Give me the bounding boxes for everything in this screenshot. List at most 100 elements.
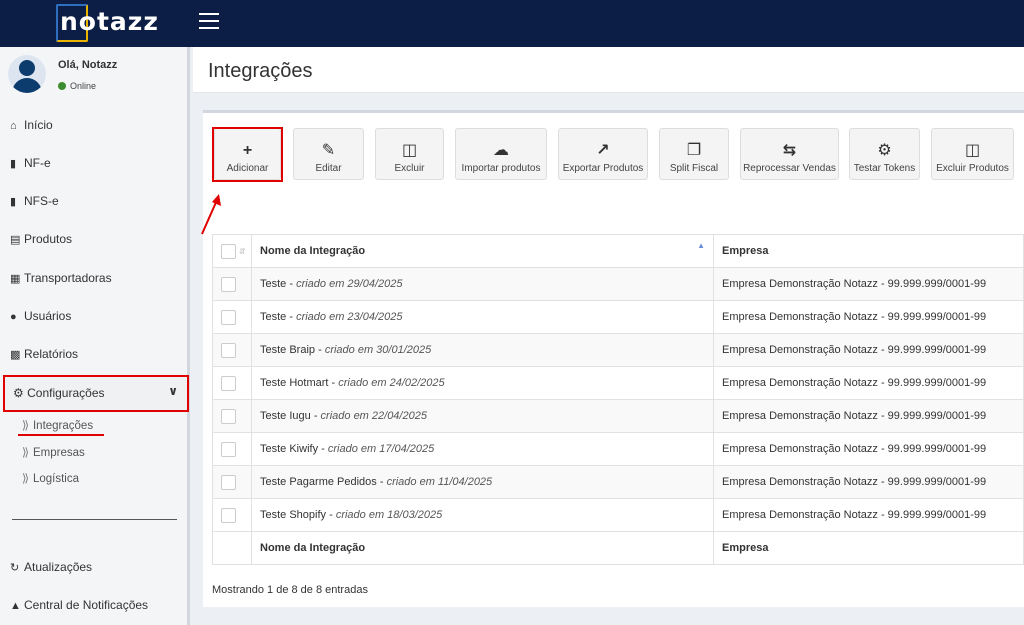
column-header-name[interactable]: Nome da Integração ▲ [251, 234, 714, 268]
select-all-checkbox[interactable] [221, 243, 236, 259]
sidebar-subitem-integracoes[interactable]: ⟩⟩ Integrações [22, 418, 93, 432]
sidebar-item-produtos[interactable]: ▤ Produtos [10, 229, 72, 249]
row-created: criado em 29/04/2025 [296, 278, 403, 290]
table-row[interactable]: Teste Braip - criado em 30/01/2025 Empre… [212, 333, 1024, 367]
sidebar-item-usuarios[interactable]: ● Usuários [10, 306, 71, 326]
sidebar-item-configuracoes[interactable]: ⚙ Configurações ∨ [3, 375, 189, 412]
sidebar-subitem-logistica[interactable]: ⟩⟩ Logística [22, 471, 79, 485]
user-status-label: Online [70, 81, 97, 91]
row-created: criado em 24/02/2025 [338, 377, 445, 389]
file-icon: ▮ [10, 196, 17, 208]
annotation-arrow-icon [201, 194, 221, 235]
chevron-down-icon: ∨ [168, 384, 178, 398]
highlight-box [212, 127, 283, 182]
table-row[interactable]: Teste Kiwify - criado em 17/04/2025 Empr… [212, 432, 1024, 466]
row-checkbox[interactable] [221, 441, 236, 457]
button-label: Editar [315, 163, 342, 174]
sort-icon[interactable]: ⇵ [239, 247, 246, 256]
sidebar-item-label: Início [24, 118, 53, 132]
archive-icon: ▤ [10, 234, 21, 246]
row-created: criado em 17/04/2025 [327, 443, 435, 455]
row-checkbox[interactable] [221, 276, 236, 292]
file-icon: ▮ [10, 158, 17, 170]
table-row[interactable]: Teste - criado em 23/04/2025 Empresa Dem… [212, 300, 1024, 334]
row-created: criado em 23/04/2025 [296, 311, 403, 323]
config-label-wrap: ⚙ Configurações [13, 386, 105, 400]
table-row[interactable]: Teste Shopify - criado em 18/03/2025 Emp… [212, 498, 1024, 532]
export-products-button[interactable]: ↗ Exportar Produtos [558, 128, 648, 180]
menu-toggle-icon[interactable] [199, 13, 219, 29]
row-company: Empresa Demonstração Notazz - 99.999.999… [713, 366, 1024, 400]
row-checkbox[interactable] [221, 342, 236, 358]
import-products-button[interactable]: ☁ Importar produtos [455, 128, 547, 180]
split-fiscal-button[interactable]: ❐ Split Fiscal [659, 128, 729, 180]
row-created: criado em 18/03/2025 [335, 509, 443, 521]
double-chevron-right-icon: ⟩⟩ [22, 447, 29, 459]
sidebar-divider [12, 519, 177, 520]
user-icon: ● [10, 311, 17, 323]
sidebar-item-transportadoras[interactable]: ▦ Transportadoras [10, 268, 112, 288]
footer-header-company: Empresa [713, 531, 1024, 565]
row-checkbox[interactable] [221, 474, 236, 490]
sidebar-item-notificacoes[interactable]: ▲ Central de Notificações [10, 595, 148, 615]
sidebar-item-nfse[interactable]: ▮ NFS-e [10, 191, 59, 211]
sidebar-subitem-empresas[interactable]: ⟩⟩ Empresas [22, 445, 85, 459]
test-tokens-button[interactable]: ⚙ Testar Tokens [849, 128, 920, 180]
table-row[interactable]: Teste Hotmart - criado em 24/02/2025 Emp… [212, 366, 1024, 400]
row-company: Empresa Demonstração Notazz - 99.999.999… [713, 498, 1024, 532]
sort-asc-icon: ▲ [697, 241, 705, 250]
truck-icon: ▦ [10, 273, 21, 285]
avatar [8, 55, 46, 93]
sidebar-item-relatorios[interactable]: ▩ Relatórios [10, 344, 78, 364]
button-label: Testar Tokens [853, 163, 916, 174]
sidebar-item-nfe[interactable]: ▮ NF-e [10, 153, 51, 173]
row-name: Teste Shopify [260, 509, 327, 521]
edit-button[interactable]: ✎ Editar [293, 128, 364, 180]
row-company: Empresa Demonstração Notazz - 99.999.999… [713, 399, 1024, 433]
bell-icon: ▲ [10, 600, 21, 612]
row-checkbox[interactable] [221, 408, 236, 424]
column-header-label: Empresa [722, 245, 769, 257]
row-company: Empresa Demonstração Notazz - 99.999.999… [713, 267, 1024, 301]
row-name: Teste [260, 311, 287, 323]
retweet-icon: ⇆ [782, 142, 797, 159]
footer-blank-cell [212, 531, 252, 565]
row-checkbox[interactable] [221, 309, 236, 325]
row-created: criado em 11/04/2025 [386, 476, 493, 488]
sidebar-item-label: Configurações [27, 386, 105, 400]
sidebar-subitem-label: Empresas [32, 447, 85, 459]
row-company: Empresa Demonstração Notazz - 99.999.999… [713, 465, 1024, 499]
row-checkbox[interactable] [221, 507, 236, 523]
user-panel: Olá, Notazz Online [0, 47, 190, 105]
clone-icon: ❐ [686, 142, 702, 159]
double-chevron-right-icon: ⟩⟩ [22, 420, 29, 432]
trash-icon: ◫ [964, 142, 981, 159]
row-name: Teste Hotmart [260, 377, 329, 389]
column-header-company[interactable]: Empresa [713, 234, 1024, 268]
button-label: Importar produtos [461, 163, 541, 174]
sidebar-item-atualizacoes[interactable]: ↻ Atualizações [10, 557, 92, 577]
table-row[interactable]: Teste Iugu - criado em 22/04/2025 Empres… [212, 399, 1024, 433]
button-label: Split Fiscal [669, 163, 719, 174]
table-row[interactable]: Teste - criado em 29/04/2025 Empresa Dem… [212, 267, 1024, 301]
button-label: Reprocessar Vendas [743, 163, 836, 174]
bar-chart-icon: ▩ [10, 349, 21, 361]
row-name: Teste [260, 278, 287, 290]
sidebar: Olá, Notazz Online ⌂ Início ▮ NF-e ▮ NFS-e … [0, 47, 190, 625]
table-row[interactable]: Teste Pagarme Pedidos - criado em 11/04/… [212, 465, 1024, 499]
active-underline [18, 434, 104, 436]
button-label: Excluir Produtos [936, 163, 1009, 174]
delete-products-button[interactable]: ◫ Excluir Produtos [931, 128, 1014, 180]
sidebar-item-label: Central de Notificações [24, 598, 149, 612]
reprocess-sales-button[interactable]: ⇆ Reprocessar Vendas [740, 128, 839, 180]
row-created: criado em 22/04/2025 [320, 410, 427, 422]
sidebar-subitem-label: Logística [32, 473, 80, 485]
sidebar-item-label: Usuários [24, 309, 72, 323]
logo[interactable]: notazz [60, 7, 159, 36]
sidebar-subitem-label: Integrações [32, 420, 94, 432]
row-checkbox[interactable] [221, 375, 236, 391]
delete-button[interactable]: ◫ Excluir [375, 128, 444, 180]
sidebar-item-inicio[interactable]: ⌂ Início [10, 115, 53, 135]
column-header-label: Nome da Integração [260, 245, 366, 257]
row-company: Empresa Demonstração Notazz - 99.999.999… [713, 333, 1024, 367]
